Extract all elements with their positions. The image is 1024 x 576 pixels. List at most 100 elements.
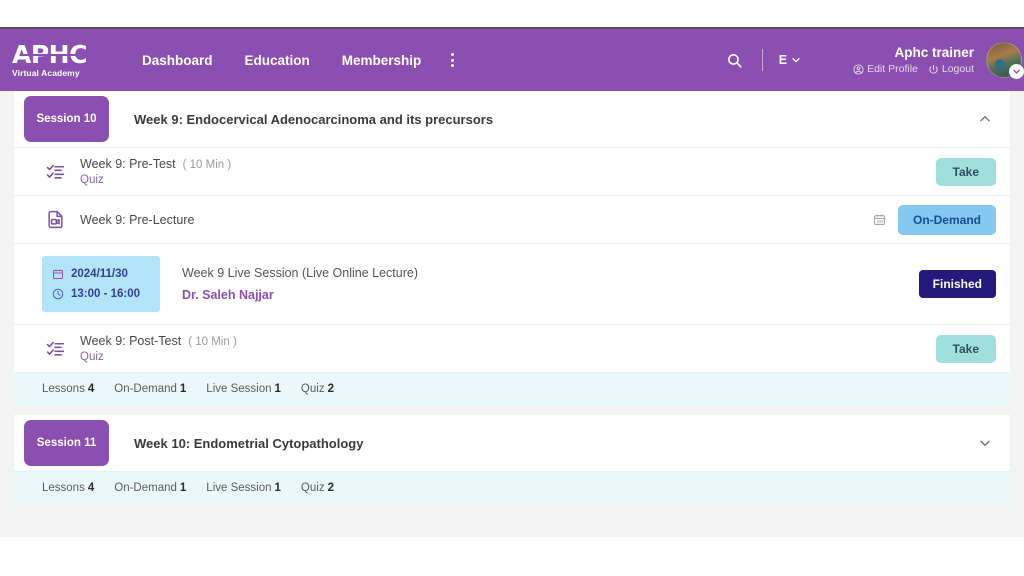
more-vertical-icon[interactable] bbox=[437, 47, 468, 73]
lesson-duration: ( 10 Min ) bbox=[188, 336, 237, 348]
user-circle-icon bbox=[853, 64, 864, 75]
stat-label: Quiz bbox=[300, 482, 325, 494]
session-title: Week 9: Endocervical Adenocarcinoma and … bbox=[134, 111, 494, 127]
avatar[interactable] bbox=[986, 42, 1024, 79]
lesson-row[interactable]: Week 9: Pre-Test ( 10 Min ) Quiz Take bbox=[14, 147, 1010, 195]
user-links: Edit Profile Logout bbox=[853, 63, 974, 75]
stat-value: 1 bbox=[179, 383, 187, 395]
take-button[interactable]: Take bbox=[935, 334, 996, 363]
card-spacer bbox=[14, 405, 1010, 415]
stat-on-demand: On-Demand 1 bbox=[114, 383, 186, 395]
lesson-info: Week 9: Post-Test ( 10 Min ) Quiz bbox=[80, 334, 237, 363]
stat-on-demand: On-Demand 1 bbox=[114, 482, 186, 494]
lesson-duration: ( 10 Min ) bbox=[182, 159, 232, 171]
lesson-title-line: Week 9: Post-Test ( 10 Min ) bbox=[80, 334, 237, 348]
live-session-row[interactable]: 2024/11/30 13:00 - 16:00 Week 9 Live Ses… bbox=[14, 243, 1010, 324]
logout-label: Logout bbox=[941, 63, 974, 76]
calendar-icon bbox=[52, 268, 64, 280]
stat-label: Live Session bbox=[206, 482, 272, 494]
take-button[interactable]: Take bbox=[935, 157, 996, 186]
chevron-down-icon[interactable] bbox=[972, 430, 998, 456]
session-header[interactable]: Session 11 Week 10: Endometrial Cytopath… bbox=[14, 415, 1010, 471]
lesson-title: Week 9: Pre-Lecture bbox=[80, 212, 195, 227]
lesson-title: Week 9: Post-Test bbox=[80, 334, 182, 348]
brand-subtitle: Virtual Academy bbox=[12, 68, 80, 79]
checklist-icon bbox=[42, 162, 68, 181]
edit-profile-link[interactable]: Edit Profile bbox=[853, 63, 918, 75]
logout-link[interactable]: Logout bbox=[928, 63, 974, 75]
lesson-title-line: Week 9: Pre-Lecture bbox=[80, 213, 194, 227]
stat-value: 2 bbox=[327, 383, 334, 395]
user-menu: Aphc trainer Edit Profile Logout bbox=[853, 45, 974, 76]
live-session-date-text: 2024/11/30 bbox=[71, 268, 128, 280]
stat-live-session: Live Session 1 bbox=[206, 383, 281, 395]
session-card-11: Session 11 Week 10: Endometrial Cytopath… bbox=[14, 415, 1010, 504]
browser-top-strip bbox=[0, 0, 1024, 28]
live-session-info: Week 9 Live Session (Live Online Lecture… bbox=[182, 266, 418, 302]
power-icon bbox=[928, 64, 939, 75]
calendar-icon bbox=[873, 213, 886, 226]
session-card-10: Session 10 Week 9: Endocervical Adenocar… bbox=[14, 91, 1010, 405]
stat-quiz: Quiz 2 bbox=[301, 383, 334, 395]
session-badge: Session 10 bbox=[24, 96, 109, 142]
stat-value: 1 bbox=[274, 482, 281, 494]
chevron-up-icon[interactable] bbox=[972, 106, 998, 132]
live-session-actions: Finished bbox=[918, 270, 996, 298]
lesson-row[interactable]: Week 9: Pre-Lecture On-Demand bbox=[14, 195, 1010, 243]
nav-item-education[interactable]: Education bbox=[229, 45, 326, 76]
checklist-icon bbox=[42, 339, 68, 358]
course-content: Session 10 Week 9: Endocervical Adenocar… bbox=[0, 91, 1024, 537]
nav-item-dashboard[interactable]: Dashboard bbox=[126, 45, 229, 76]
brand-mark: APHC bbox=[12, 40, 87, 70]
stat-value: 2 bbox=[327, 482, 334, 494]
clock-icon bbox=[52, 288, 64, 300]
lesson-actions: Take bbox=[935, 334, 996, 363]
stat-label: Lessons bbox=[42, 383, 85, 395]
stat-lessons: Lessons 4 bbox=[42, 383, 94, 395]
language-selector[interactable]: E bbox=[773, 49, 807, 71]
app-page: APHC Virtual Academy Dashboard Education… bbox=[0, 0, 1024, 576]
session-stats: Lessons 4 On-Demand 1 Live Session 1 Quiz 2 bbox=[14, 372, 1010, 405]
search-icon[interactable] bbox=[718, 52, 752, 69]
video-file-icon bbox=[42, 210, 68, 229]
live-session-title: Week 9 Live Session (Live Online Lecture… bbox=[182, 266, 418, 280]
lesson-actions: Take bbox=[935, 157, 996, 186]
on-demand-button[interactable]: On-Demand bbox=[897, 204, 996, 235]
lesson-info: Week 9: Pre-Lecture bbox=[80, 213, 194, 227]
nav-item-membership[interactable]: Membership bbox=[326, 45, 438, 76]
live-session-time: 13:00 - 16:00 bbox=[52, 288, 150, 300]
live-session-time-text: 13:00 - 16:00 bbox=[71, 288, 141, 300]
finished-badge: Finished bbox=[918, 270, 996, 298]
stat-quiz: Quiz 2 bbox=[301, 482, 334, 494]
stat-live-session: Live Session 1 bbox=[206, 482, 281, 494]
session-stats: Lessons 4 On-Demand 1 Live Session 1 Quiz 2 bbox=[14, 471, 1010, 504]
avatar-chevron-down-icon[interactable] bbox=[1009, 64, 1024, 79]
stat-value: 4 bbox=[87, 383, 95, 395]
stat-value: 1 bbox=[179, 482, 187, 494]
live-session-date: 2024/11/30 bbox=[52, 268, 150, 280]
header-divider bbox=[761, 49, 763, 71]
session-header[interactable]: Session 10 Week 9: Endocervical Adenocar… bbox=[14, 91, 1010, 147]
live-session-datetime: 2024/11/30 13:00 - 16:00 bbox=[42, 256, 160, 312]
stat-label: Quiz bbox=[300, 383, 325, 395]
lesson-row[interactable]: Week 9: Post-Test ( 10 Min ) Quiz Take bbox=[14, 324, 1010, 372]
session-title: Week 10: Endometrial Cytopathology bbox=[134, 435, 364, 451]
brand-logo[interactable]: APHC Virtual Academy bbox=[8, 42, 112, 78]
edit-profile-label: Edit Profile bbox=[867, 63, 918, 76]
chevron-down-icon bbox=[791, 55, 801, 65]
stat-lessons: Lessons 4 bbox=[42, 482, 94, 494]
lesson-type: Quiz bbox=[80, 174, 104, 186]
main-navigation: Dashboard Education Membership bbox=[126, 45, 468, 76]
stat-value: 4 bbox=[87, 482, 95, 494]
session-badge: Session 11 bbox=[24, 420, 109, 466]
lesson-title-line: Week 9: Pre-Test ( 10 Min ) bbox=[80, 157, 231, 171]
lesson-actions: On-Demand bbox=[873, 204, 996, 235]
stat-value: 1 bbox=[274, 383, 281, 395]
lesson-info: Week 9: Pre-Test ( 10 Min ) Quiz bbox=[80, 157, 231, 186]
language-label: E bbox=[778, 53, 788, 67]
live-session-instructor[interactable]: Dr. Saleh Najjar bbox=[182, 288, 418, 302]
site-header: APHC Virtual Academy Dashboard Education… bbox=[0, 29, 1024, 91]
lesson-type: Quiz bbox=[80, 351, 104, 363]
stat-label: On-Demand bbox=[114, 383, 177, 395]
stat-label: On-Demand bbox=[114, 482, 177, 494]
